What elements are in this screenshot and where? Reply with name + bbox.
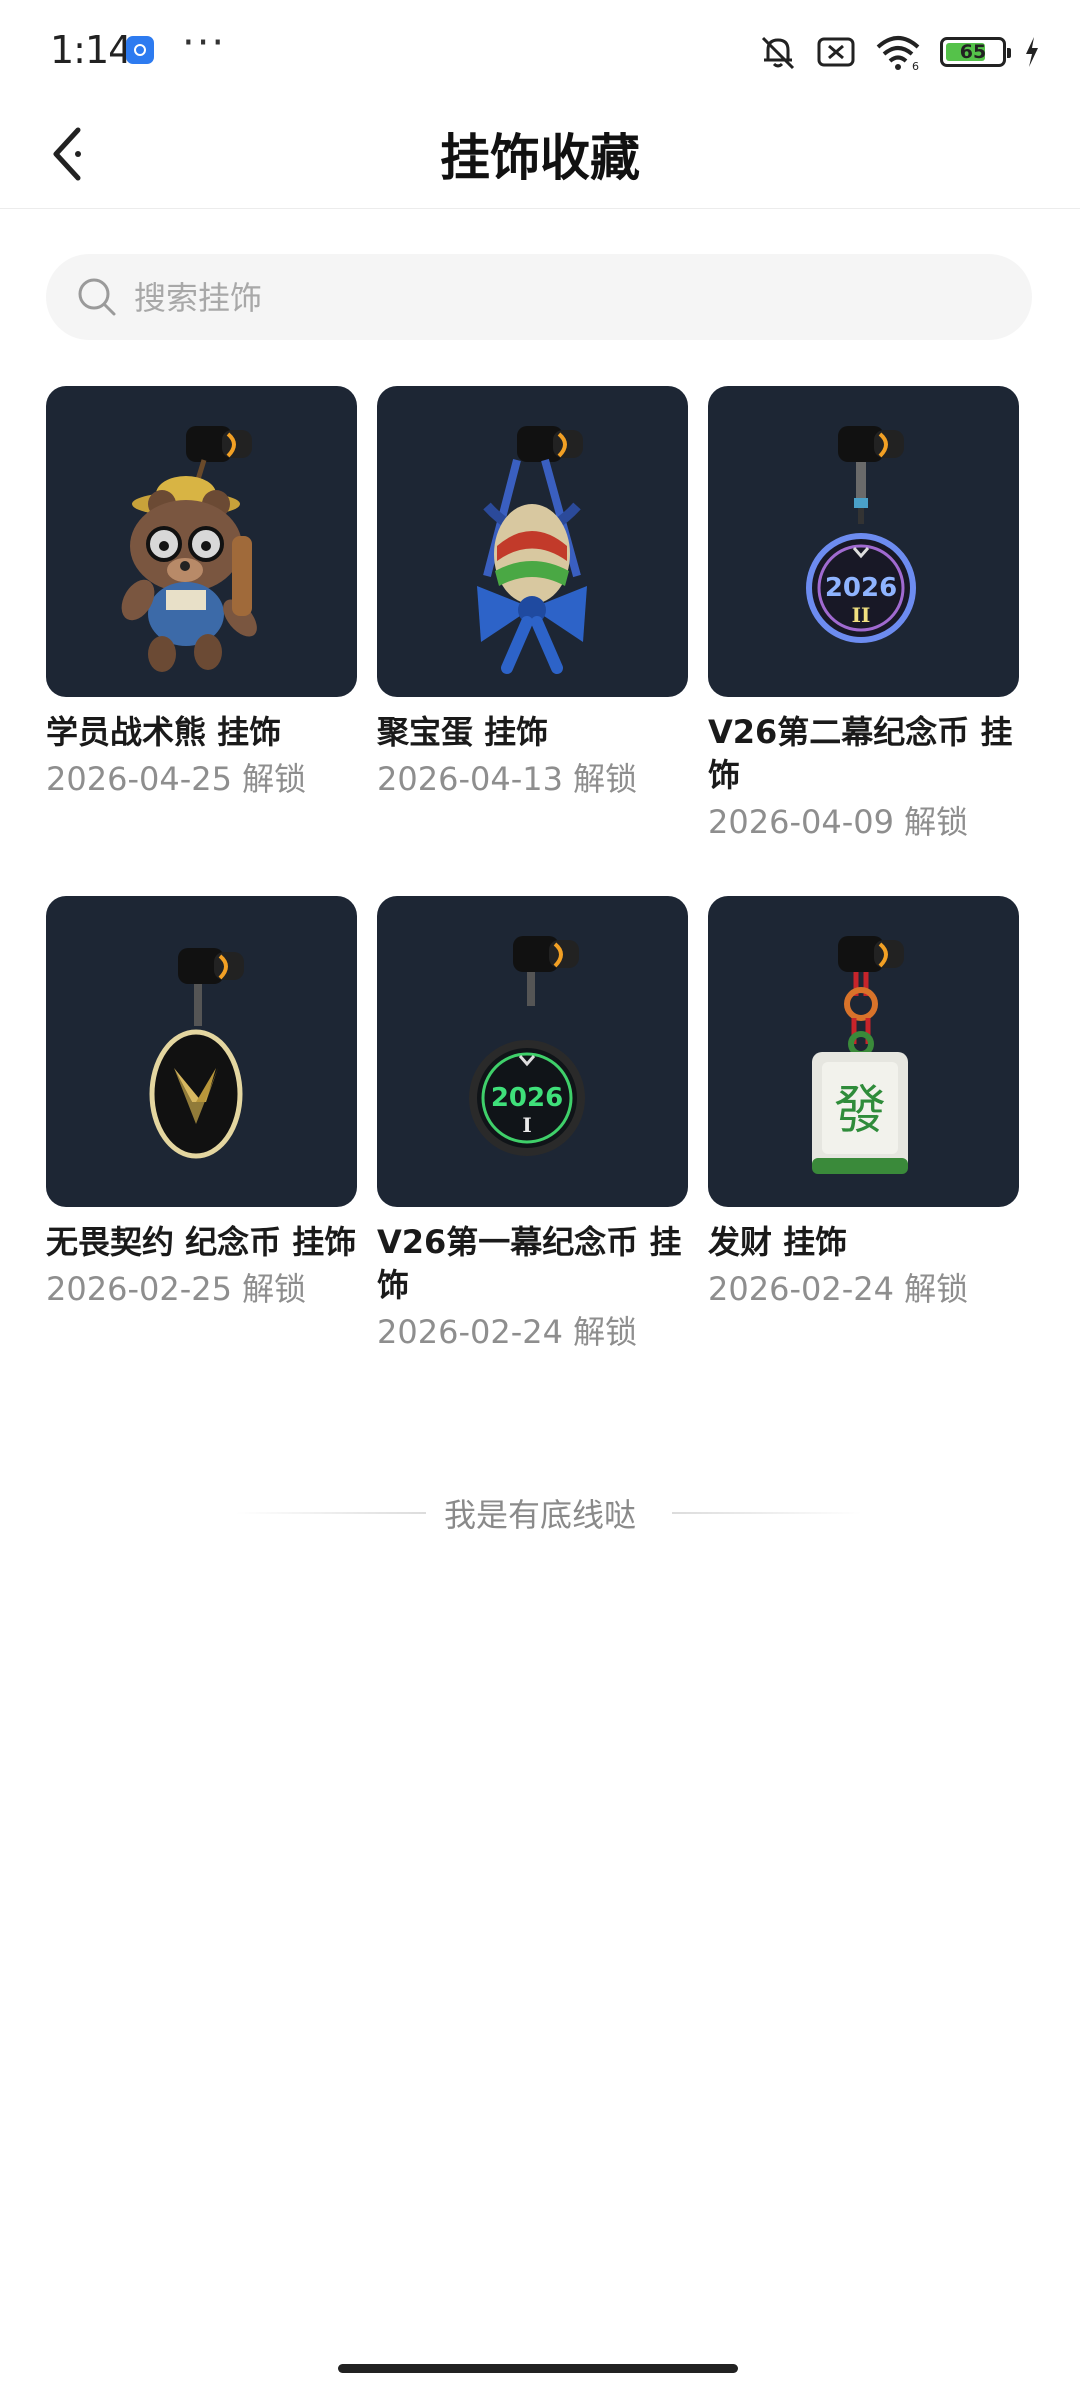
search-input[interactable]	[132, 254, 996, 342]
charm-name: 发财 挂饰	[708, 1223, 848, 1261]
search-bar[interactable]	[46, 254, 1032, 342]
charm-card[interactable]: 2026 I V26第一幕纪念币 挂饰 2026-02-24 解锁	[377, 896, 688, 1354]
charging-icon	[1026, 37, 1038, 67]
charm-card[interactable]: 2026 II V26第二幕纪念币 挂饰 2026-04-09 解锁	[708, 386, 1019, 844]
charm-card[interactable]: 聚宝蛋 挂饰 2026-04-13 解锁	[377, 386, 688, 801]
divider-line	[672, 1512, 862, 1514]
charm-thumbnail[interactable]	[46, 386, 357, 697]
status-bar: 1:14 ··· 6 65	[0, 0, 1080, 100]
egg-charm-icon	[477, 426, 587, 674]
search-icon	[78, 278, 116, 316]
wifi-icon: 6	[876, 36, 920, 71]
battery-level: 65	[959, 41, 987, 63]
charm-thumbnail[interactable]: 2026 II	[708, 386, 1019, 697]
svg-text:6: 6	[912, 60, 919, 71]
charm-thumbnail[interactable]	[377, 386, 688, 697]
charm-unlock-date: 2026-02-24 解锁	[377, 1313, 638, 1351]
charm-name: V26第二幕纪念币 挂饰	[708, 713, 1013, 794]
coin-act-text: II	[852, 603, 871, 627]
bear-charm-icon	[121, 426, 257, 672]
valorant-coin-charm-icon	[149, 948, 244, 1159]
coin-charm-icon: 2026 I	[469, 936, 585, 1156]
home-indicator[interactable]	[338, 2364, 738, 2373]
battery-icon: 65	[940, 37, 1011, 67]
charm-name: 聚宝蛋 挂饰	[377, 713, 549, 751]
charm-card[interactable]: 无畏契约 纪念币 挂饰 2026-02-25 解锁	[46, 896, 357, 1311]
end-of-list-text: 我是有底线哒	[443, 1496, 636, 1534]
charm-unlock-date: 2026-02-24 解锁	[708, 1270, 969, 1308]
charm-card[interactable]: 学员战术熊 挂饰 2026-04-25 解锁	[46, 386, 357, 801]
end-of-list: 我是有底线哒	[0, 1488, 1080, 1538]
app-notification-icon	[126, 36, 154, 64]
coin-year-text: 2026	[825, 573, 897, 603]
status-time: 1:14	[50, 28, 132, 72]
coin-charm-icon: 2026 II	[806, 426, 916, 643]
charm-name: V26第一幕纪念币 挂饰	[377, 1223, 682, 1304]
charm-unlock-date: 2026-04-09 解锁	[708, 803, 969, 841]
mahjong-charm-icon: 發	[812, 936, 908, 1174]
charm-unlock-date: 2026-04-13 解锁	[377, 760, 638, 798]
charm-name: 无畏契约 纪念币 挂饰	[46, 1223, 357, 1261]
status-icons: 6 65	[758, 30, 1040, 74]
coin-year-text: 2026	[491, 1083, 563, 1113]
charm-name: 学员战术熊 挂饰	[46, 713, 282, 751]
charm-unlock-date: 2026-04-25 解锁	[46, 760, 307, 798]
more-notifications-icon: ···	[182, 20, 227, 66]
sim-off-icon	[817, 37, 855, 67]
charm-thumbnail[interactable]	[46, 896, 357, 1207]
coin-act-text: I	[522, 1113, 531, 1137]
charm-unlock-date: 2026-02-25 解锁	[46, 1270, 307, 1308]
bell-muted-icon	[761, 36, 795, 70]
charm-thumbnail[interactable]: 2026 I	[377, 896, 688, 1207]
charm-card[interactable]: 發 发财 挂饰 2026-02-24 解锁	[708, 896, 1019, 1311]
header: 挂饰收藏	[0, 100, 1080, 209]
page-title: 挂饰收藏	[440, 129, 640, 187]
mahjong-tile-char: 發	[834, 1081, 886, 1141]
charm-thumbnail[interactable]: 發	[708, 896, 1019, 1207]
